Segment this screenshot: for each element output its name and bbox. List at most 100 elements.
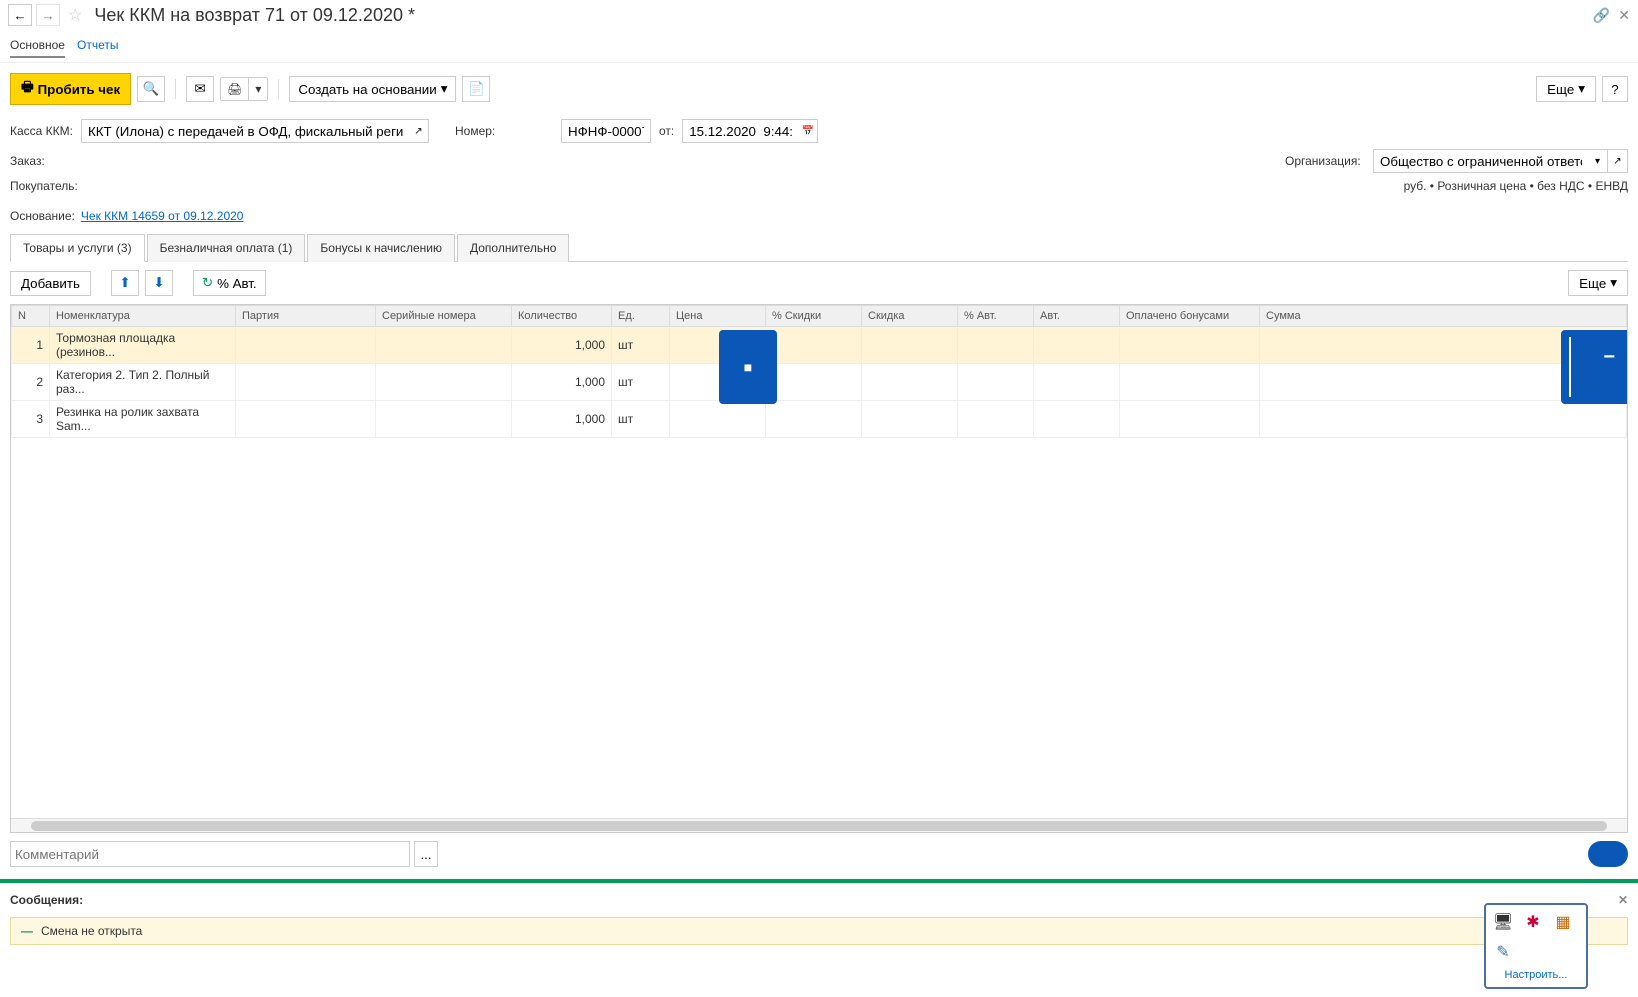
cell-unit: шт	[612, 364, 670, 401]
col-qty[interactable]: Количество	[512, 306, 612, 327]
tab-cashless[interactable]: Безналичная оплата (1)	[147, 234, 306, 262]
messages-close-icon[interactable]: ✕	[1618, 893, 1628, 907]
chevron-down-icon: ▾	[441, 81, 448, 97]
cell-batch	[236, 401, 376, 438]
document-button[interactable]: 📄	[462, 76, 490, 102]
page-title: Чек ККМ на возврат 71 от 09.12.2020 *	[94, 5, 1588, 26]
tab-goods[interactable]: Товары и услуги (3)	[10, 234, 145, 262]
comment-expand-button[interactable]: ...	[414, 841, 438, 867]
add-button[interactable]: Добавить	[10, 271, 91, 296]
cell-auto	[1034, 401, 1120, 438]
panel-bug-icon[interactable]: ✱	[1522, 911, 1544, 933]
panel-edit-icon[interactable]: ✎	[1492, 941, 1514, 963]
configure-link[interactable]: Настроить...	[1492, 969, 1580, 981]
panel-table-icon[interactable]: ▦	[1552, 911, 1574, 933]
floating-tool-panel: 🖥 ✱ ▦ ✎ Настроить...	[1484, 903, 1588, 989]
print-button-group: 🖨 ▾	[220, 77, 268, 101]
col-pct-discount[interactable]: % Скидки	[766, 306, 862, 327]
subnav-main[interactable]: Основное	[10, 34, 65, 58]
refresh-pct-auto-button[interactable]: ↻ % Авт.	[193, 270, 266, 296]
pct-auto-label: % Авт.	[217, 276, 257, 291]
cell-qty: 1,000	[512, 327, 612, 364]
col-nomenclature[interactable]: Номенклатура	[50, 306, 236, 327]
more-button[interactable]: Еще ▾	[1536, 76, 1596, 102]
cell-discount	[862, 364, 958, 401]
close-icon[interactable]: ✕	[1618, 7, 1630, 24]
cell-serials	[376, 327, 512, 364]
panel-monitor-icon[interactable]: 🖥	[1492, 911, 1514, 933]
col-serials[interactable]: Серийные номера	[376, 306, 512, 327]
col-batch[interactable]: Партия	[236, 306, 376, 327]
print-button[interactable]: 🖨	[221, 78, 249, 100]
blue-pill-redacted	[1588, 841, 1628, 867]
cell-paid-bonuses	[1120, 401, 1260, 438]
col-pct-auto[interactable]: % Авт.	[958, 306, 1034, 327]
from-label: от:	[659, 124, 674, 138]
blue-overlay-sidebar: −	[1561, 330, 1627, 404]
col-n[interactable]: N	[12, 306, 50, 327]
create-based-button[interactable]: Создать на основании ▾	[289, 76, 456, 102]
org-dropdown-button[interactable]: ▾	[1588, 149, 1608, 173]
org-label: Организация:	[1285, 154, 1365, 168]
subnav-reports[interactable]: Отчеты	[77, 34, 118, 58]
tab-additional[interactable]: Дополнительно	[457, 234, 569, 262]
col-price[interactable]: Цена	[670, 306, 766, 327]
cell-unit: шт	[612, 401, 670, 438]
order-label: Заказ:	[10, 154, 70, 168]
link-icon[interactable]: 🔗	[1593, 7, 1610, 24]
punch-check-button[interactable]: 🖶 Пробить чек	[10, 73, 131, 105]
col-unit[interactable]: Ед.	[612, 306, 670, 327]
cell-price	[670, 401, 766, 438]
date-input[interactable]	[682, 119, 798, 143]
create-based-label: Создать на основании	[298, 82, 436, 97]
cell-auto	[1034, 364, 1120, 401]
magnifier-button[interactable]: 🔍	[137, 76, 165, 102]
chevron-down-icon: ▾	[1610, 275, 1617, 291]
table-row[interactable]: 2Категория 2. Тип 2. Полный раз...1,000ш…	[12, 364, 1627, 401]
table-more-button[interactable]: Еще ▾	[1568, 270, 1628, 296]
col-sum[interactable]: Сумма	[1260, 306, 1627, 327]
date-picker-button[interactable]: 📅	[798, 119, 818, 143]
col-paid-bonuses[interactable]: Оплачено бонусами	[1120, 306, 1260, 327]
message-item[interactable]: — Смена не открыта	[10, 917, 1628, 945]
more-label: Еще	[1547, 82, 1574, 97]
subnav: Основное Отчеты	[0, 30, 1638, 63]
move-down-button[interactable]: ⬇	[145, 270, 173, 296]
help-button[interactable]: ?	[1602, 76, 1628, 102]
col-auto[interactable]: Авт.	[1034, 306, 1120, 327]
chevron-down-icon: ▾	[1578, 81, 1585, 97]
horizontal-scrollbar[interactable]	[11, 818, 1627, 832]
refresh-icon: ↻	[202, 275, 213, 291]
print-dropdown[interactable]: ▾	[249, 78, 267, 100]
email-button[interactable]: ✉	[186, 76, 214, 102]
col-discount[interactable]: Скидка	[862, 306, 958, 327]
table-more-label: Еще	[1579, 276, 1606, 291]
cell-sum	[1260, 401, 1627, 438]
org-input[interactable]	[1373, 149, 1588, 173]
favorite-star-icon[interactable]: ☆	[68, 5, 82, 25]
move-up-button[interactable]: ⬆	[111, 270, 139, 296]
table-row[interactable]: 1Тормозная площадка (резинов...1,000шт	[12, 327, 1627, 364]
table-row[interactable]: 3Резинка на ролик захвата Sam...1,000шт	[12, 401, 1627, 438]
cell-n: 3	[12, 401, 50, 438]
separator	[175, 79, 176, 99]
cell-unit: шт	[612, 327, 670, 364]
tab-bonuses[interactable]: Бонусы к начислению	[307, 234, 455, 262]
blue-overlay-redacted: ■	[719, 330, 777, 404]
comment-row: ...	[0, 833, 1638, 875]
cash-register-icon: 🖶	[21, 78, 34, 100]
cell-auto	[1034, 327, 1120, 364]
buyer-label: Покупатель:	[10, 179, 78, 193]
number-input[interactable]	[561, 119, 651, 143]
nav-forward-button[interactable]: →	[36, 4, 60, 26]
nav-back-button[interactable]: ←	[8, 4, 32, 26]
basis-link[interactable]: Чек ККМ 14659 от 09.12.2020	[81, 209, 244, 223]
comment-input[interactable]	[10, 841, 410, 867]
message-dash-icon: —	[21, 924, 33, 938]
kassa-open-button[interactable]: ↗	[409, 119, 429, 143]
org-open-button[interactable]: ↗	[1608, 149, 1628, 173]
kassa-input[interactable]	[81, 119, 409, 143]
separator	[278, 79, 279, 99]
cell-n: 2	[12, 364, 50, 401]
cell-discount	[862, 401, 958, 438]
